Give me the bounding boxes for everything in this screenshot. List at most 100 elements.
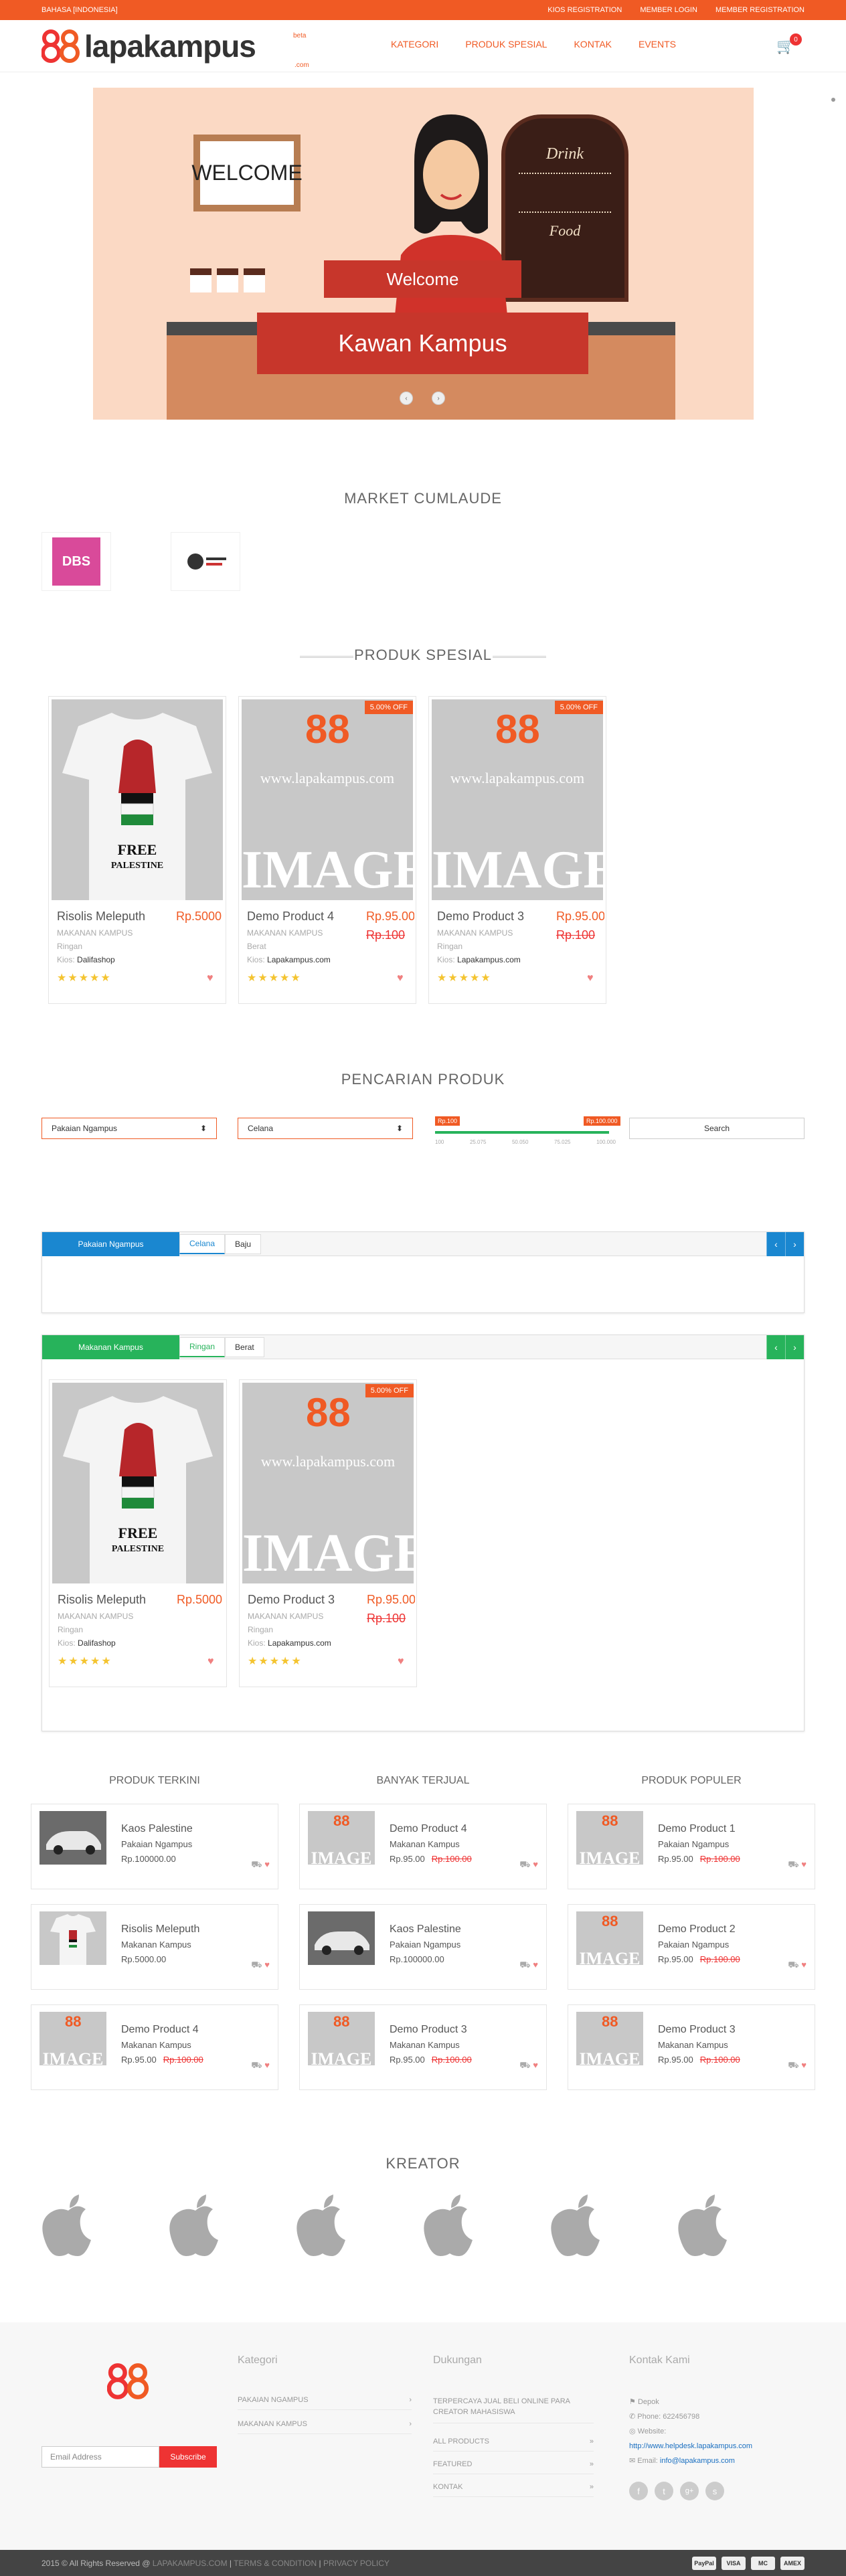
list-item-name[interactable]: Demo Product 2 <box>658 1923 736 1936</box>
list-item[interactable]: Kaos Palestine Pakaian Ngampus Rp.100000.0… <box>299 1904 547 1990</box>
list-item[interactable]: Risolis Meleputh Makanan Kampus Rp.5000.00… <box>31 1904 278 1990</box>
list-item-thumbnail[interactable]: 88 IMAGE <box>308 1811 375 1865</box>
terms-link[interactable]: TERMS & CONDITION <box>234 2559 317 2568</box>
kreator-apple-icon[interactable] <box>167 2192 224 2259</box>
cart-heart-icons[interactable]: ⛟ ♥ <box>788 2060 807 2072</box>
product-name[interactable]: Risolis Meleputh <box>57 910 171 924</box>
facebook-icon[interactable]: f <box>629 2482 648 2500</box>
slider-prev-button[interactable]: ‹ <box>400 392 413 405</box>
footer-link-featured[interactable]: FEATURED» <box>433 2460 594 2474</box>
list-item[interactable]: 88 IMAGE Demo Product 1 Pakaian Ngampus Rp.9… <box>568 1804 815 1889</box>
product-name[interactable]: Demo Product 3 <box>437 910 551 924</box>
wishlist-heart-icon[interactable]: ♥ <box>398 1656 404 1668</box>
tab-baju[interactable]: Baju <box>225 1233 262 1254</box>
product-card[interactable]: 88 www.lapakampus.com IMAGE 5.00% OFF De… <box>239 1379 417 1687</box>
list-item[interactable]: 88 IMAGE Demo Product 4 Makanan Kampus Rp.95… <box>31 2004 278 2090</box>
tab-main-makanan[interactable]: Makanan Kampus <box>42 1335 179 1359</box>
footer-link-kontak[interactable]: KONTAK» <box>433 2483 594 2497</box>
website-link[interactable]: http://www.helpdesk.lapakampus.com <box>629 2439 752 2454</box>
product-name[interactable]: Risolis Meleputh <box>58 1593 171 1607</box>
cart-heart-icons[interactable]: ⛟ ♥ <box>519 1960 538 1972</box>
list-item-thumbnail[interactable]: 88 IMAGE <box>576 1911 643 1965</box>
twitter-icon[interactable]: t <box>655 2482 673 2500</box>
list-item-thumbnail[interactable]: 88 IMAGE <box>576 1811 643 1865</box>
subcategory-select[interactable]: Celana ⬍ <box>238 1118 413 1139</box>
cart-heart-icons[interactable]: ⛟ ♥ <box>251 1859 270 1871</box>
tab-berat[interactable]: Berat <box>225 1337 264 1357</box>
skype-icon[interactable]: s <box>705 2482 724 2500</box>
list-item[interactable]: 88 IMAGE Demo Product 3 Makanan Kampus Rp.95… <box>299 2004 547 2090</box>
product-name[interactable]: Demo Product 4 <box>247 910 361 924</box>
tab-ringan[interactable]: Ringan <box>179 1337 226 1357</box>
product-image[interactable]: FREE PALESTINE <box>52 699 223 900</box>
list-item[interactable]: 88 IMAGE Demo Product 2 Pakaian Ngampus Rp.9… <box>568 1904 815 1990</box>
kios-name[interactable]: Lapakampus.com <box>457 955 521 964</box>
list-item-name[interactable]: Demo Product 3 <box>390 2024 467 2036</box>
cart-heart-icons[interactable]: ⛟ ♥ <box>251 2060 270 2072</box>
nav-events[interactable]: EVENTS <box>639 39 676 50</box>
site-logo[interactable]: lapakampus <box>41 28 256 64</box>
nav-kategori[interactable]: KATEGORI <box>391 39 438 50</box>
product-card[interactable]: FREE PALESTINE Risolis Meleputh Rp.5000 … <box>48 696 226 1004</box>
kios-registration-link[interactable]: KIOS REGISTRATION <box>547 6 622 14</box>
cart-heart-icons[interactable]: ⛟ ♥ <box>788 1859 807 1871</box>
product-card[interactable]: 88 www.lapakampus.com IMAGE 5.00% OFF De… <box>428 696 606 1004</box>
footer-link-all-products[interactable]: ALL PRODUCTS» <box>433 2437 594 2452</box>
list-item-thumbnail[interactable]: 88 IMAGE <box>308 2012 375 2065</box>
tab-celana[interactable]: Celana <box>179 1233 226 1254</box>
tab-prev-icon[interactable]: ‹ <box>766 1232 785 1256</box>
footer-link-makanan[interactable]: MAKANAN KAMPUS › <box>238 2420 412 2434</box>
list-item-name[interactable]: Demo Product 4 <box>390 1823 467 1835</box>
product-card[interactable]: FREE PALESTINE Risolis Meleputh Rp.5000 … <box>49 1379 227 1687</box>
kios-name[interactable]: Dalifashop <box>77 955 115 964</box>
cart-heart-icons[interactable]: ⛟ ♥ <box>788 1960 807 1972</box>
list-item[interactable]: 88 IMAGE Demo Product 4 Makanan Kampus Rp.95… <box>299 1804 547 1889</box>
nav-produk-spesial[interactable]: PRODUK SPESIAL <box>465 39 547 50</box>
list-item-name[interactable]: Kaos Palestine <box>390 1923 461 1936</box>
list-item-name[interactable]: Kaos Palestine <box>121 1823 193 1835</box>
kreator-apple-icon[interactable] <box>294 2192 351 2259</box>
product-image[interactable]: 88 www.lapakampus.com IMAGE <box>432 699 603 900</box>
list-item[interactable]: 88 IMAGE Demo Product 3 Makanan Kampus Rp.95… <box>568 2004 815 2090</box>
footer-link-terpercaya[interactable]: TERPERCAYA JUAL BELI ONLINE PARA CREATOR… <box>433 2396 594 2423</box>
kreator-apple-icon[interactable] <box>40 2192 96 2259</box>
google-plus-icon[interactable]: g+ <box>680 2482 699 2500</box>
privacy-link[interactable]: PRIVACY POLICY <box>323 2559 390 2568</box>
product-image[interactable]: 88 www.lapakampus.com IMAGE <box>242 1383 414 1583</box>
product-image[interactable]: 88 www.lapakampus.com IMAGE <box>242 699 413 900</box>
list-item-thumbnail[interactable]: 88 IMAGE <box>39 2012 106 2065</box>
price-range-slider[interactable]: Rp.100 Rp.100.000 100 25.075 50.050 75.025 1… <box>435 1116 622 1150</box>
wishlist-heart-icon[interactable]: ♥ <box>207 972 214 984</box>
copyright-link[interactable]: LAPAKAMPUS.COM <box>153 2559 228 2568</box>
list-item-name[interactable]: Risolis Meleputh <box>121 1923 199 1936</box>
wishlist-heart-icon[interactable]: ♥ <box>587 972 594 984</box>
cart-heart-icons[interactable]: ⛟ ♥ <box>519 1859 538 1871</box>
product-card[interactable]: 88 www.lapakampus.com IMAGE 5.00% OFF De… <box>238 696 416 1004</box>
cart-heart-icons[interactable]: ⛟ ♥ <box>251 1960 270 1972</box>
kreator-apple-icon[interactable] <box>549 2192 605 2259</box>
product-image[interactable]: FREE PALESTINE <box>52 1383 224 1583</box>
wishlist-heart-icon[interactable]: ♥ <box>397 972 404 984</box>
member-login-link[interactable]: MEMBER LOGIN <box>640 6 697 14</box>
tab-next-icon[interactable]: › <box>785 1335 804 1359</box>
list-item-thumbnail[interactable]: 88 IMAGE <box>576 2012 643 2065</box>
wishlist-heart-icon[interactable]: ♥ <box>207 1656 214 1668</box>
subscribe-button[interactable]: Subscribe <box>159 2446 217 2468</box>
list-item-thumbnail[interactable] <box>39 1911 106 1965</box>
tab-next-icon[interactable]: › <box>785 1232 804 1256</box>
kios-name[interactable]: Dalifashop <box>78 1638 116 1648</box>
member-registration-link[interactable]: MEMBER REGISTRATION <box>715 6 805 14</box>
brand-2[interactable] <box>171 532 240 591</box>
tab-main-pakaian[interactable]: Pakaian Ngampus <box>42 1231 179 1256</box>
slider-next-button[interactable]: › <box>432 392 445 405</box>
kreator-apple-icon[interactable] <box>676 2192 732 2259</box>
footer-link-pakaian[interactable]: PAKAIAN NGAMPUS › <box>238 2396 412 2410</box>
category-select[interactable]: Pakaian Ngampus ⬍ <box>41 1118 217 1139</box>
brand-dbs[interactable]: DBS <box>41 532 111 591</box>
list-item-thumbnail[interactable] <box>39 1811 106 1865</box>
kios-name[interactable]: Lapakampus.com <box>268 1638 331 1648</box>
nav-kontak[interactable]: KONTAK <box>574 39 612 50</box>
kios-name[interactable]: Lapakampus.com <box>267 955 331 964</box>
list-item[interactable]: Kaos Palestine Pakaian Ngampus Rp.100000.0… <box>31 1804 278 1889</box>
list-item-name[interactable]: Demo Product 1 <box>658 1823 736 1835</box>
